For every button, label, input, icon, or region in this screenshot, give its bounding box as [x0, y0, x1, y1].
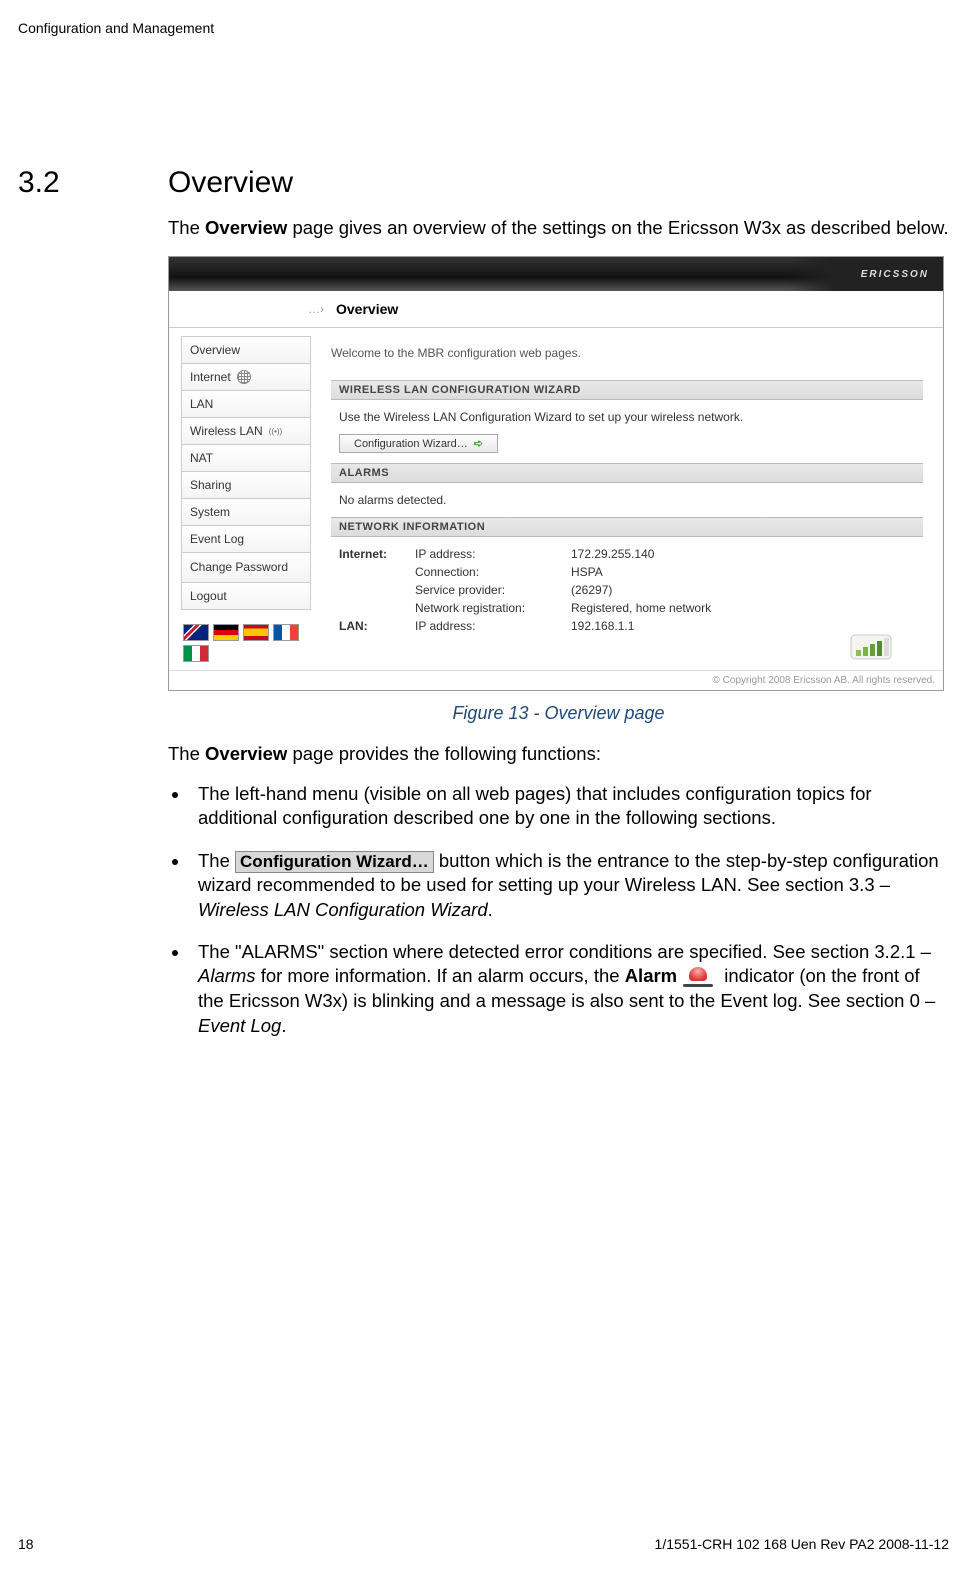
text: The — [168, 217, 205, 238]
button-label: Configuration Wizard… — [354, 438, 468, 450]
sidebar-item-event-log[interactable]: Event Log — [181, 525, 311, 552]
page-header: Configuration and Management — [18, 20, 949, 36]
globe-icon — [237, 370, 251, 384]
configuration-wizard-button[interactable]: Configuration Wizard… ➪ — [339, 434, 498, 453]
panel-body-alarms: No alarms detected. — [331, 483, 923, 517]
page-number: 18 — [18, 1536, 34, 1552]
net-cat-lan: LAN: — [339, 619, 409, 633]
functions-list: The left-hand menu (visible on all web p… — [190, 782, 949, 1038]
sidebar-item-sharing[interactable]: Sharing — [181, 471, 311, 498]
text: . — [281, 1015, 286, 1036]
flag-uk-icon[interactable] — [183, 624, 209, 641]
sidebar-item-nat[interactable]: NAT — [181, 444, 311, 471]
alarm-indicator-icon — [679, 965, 717, 989]
breadcrumb-title: Overview — [336, 301, 398, 317]
text: The — [168, 743, 205, 764]
net-key: Network registration: — [415, 601, 565, 615]
panel-header-wlan: WIRELESS LAN CONFIGURATION WIZARD — [331, 380, 923, 400]
section-title: Overview — [168, 166, 293, 200]
text-italic: Alarms — [198, 965, 256, 986]
net-value: 172.29.255.140 — [571, 547, 915, 561]
text-italic: Event Log — [198, 1015, 281, 1036]
net-value: HSPA — [571, 565, 915, 579]
net-value: 192.168.1.1 — [571, 619, 915, 633]
sidebar-item-overview[interactable]: Overview — [181, 336, 311, 363]
text-bold: Overview — [205, 743, 287, 764]
section-number: 3.2 — [18, 166, 168, 200]
flag-fr-icon[interactable] — [273, 624, 299, 641]
titlebar: ERICSSON — [169, 257, 943, 291]
list-item: The "ALARMS" section where detected erro… — [190, 940, 949, 1038]
net-cat-internet: Internet: — [339, 547, 409, 561]
wifi-icon — [269, 425, 281, 437]
text: The "ALARMS" section where detected erro… — [198, 941, 931, 962]
sidebar-item-label: Wireless LAN — [190, 424, 263, 438]
functions-intro: The Overview page provides the following… — [168, 742, 949, 766]
page-footer: 18 1/1551-CRH 102 168 Uen Rev PA2 2008-1… — [18, 1536, 949, 1552]
sidebar-item-label: Internet — [190, 370, 231, 384]
list-item: The left-hand menu (visible on all web p… — [190, 782, 949, 831]
flag-it-icon[interactable] — [183, 645, 209, 662]
sidebar-item-lan[interactable]: LAN — [181, 390, 311, 417]
figure-caption: Figure 13 - Overview page — [168, 703, 949, 724]
welcome-text: Welcome to the MBR configuration web pag… — [331, 346, 923, 360]
panel-header-network: NETWORK INFORMATION — [331, 517, 923, 537]
net-key: IP address: — [415, 619, 565, 633]
net-value: (26297) — [571, 583, 915, 597]
text: The — [198, 850, 235, 871]
text-bold: Overview — [205, 217, 287, 238]
breadcrumb-arrow-icon: …› — [169, 302, 336, 316]
text-italic: Wireless LAN Configuration Wizard — [198, 899, 488, 920]
panel-body-wlan: Use the Wireless LAN Configuration Wizar… — [331, 400, 923, 463]
intro-paragraph: The Overview page gives an overview of t… — [168, 216, 949, 240]
screenshot-overview-page: ERICSSON …› Overview Overview Internet L… — [168, 256, 944, 691]
flag-de-icon[interactable] — [213, 624, 239, 641]
sidebar-nav: Overview Internet LAN Wireless LAN NAT S… — [181, 336, 311, 610]
screenshot-copyright: © Copyright 2008 Ericsson AB. All rights… — [169, 670, 943, 690]
breadcrumb: …› Overview — [169, 291, 943, 328]
inline-config-wizard-button: Configuration Wizard… — [235, 851, 434, 873]
ericsson-logo: ERICSSON — [789, 257, 943, 291]
sidebar-item-wireless-lan[interactable]: Wireless LAN — [181, 417, 311, 444]
sidebar-item-internet[interactable]: Internet — [181, 363, 311, 390]
signal-strength-icon — [849, 633, 893, 661]
sidebar-item-system[interactable]: System — [181, 498, 311, 525]
arrow-right-icon: ➪ — [474, 437, 483, 450]
flag-es-icon[interactable] — [243, 624, 269, 641]
language-flags — [181, 624, 303, 662]
sidebar-item-change-password[interactable]: Change Password — [181, 552, 311, 582]
panel-header-alarms: ALARMS — [331, 463, 923, 483]
sidebar-item-logout[interactable]: Logout — [181, 582, 311, 610]
doc-reference: 1/1551-CRH 102 168 Uen Rev PA2 2008-11-1… — [655, 1536, 949, 1552]
text: page provides the following functions: — [287, 743, 601, 764]
text: for more information. If an alarm occurs… — [256, 965, 625, 986]
wlan-text: Use the Wireless LAN Configuration Wizar… — [339, 410, 915, 424]
net-key: Connection: — [415, 565, 565, 579]
text-bold: Alarm — [625, 965, 677, 986]
net-key: Service provider: — [415, 583, 565, 597]
text: . — [488, 899, 493, 920]
list-item: The Configuration Wizard… button which i… — [190, 849, 949, 922]
net-key: IP address: — [415, 547, 565, 561]
text: page gives an overview of the settings o… — [287, 217, 948, 238]
panel-body-network: Internet: IP address: 172.29.255.140 Con… — [331, 537, 923, 643]
net-value: Registered, home network — [571, 601, 915, 615]
